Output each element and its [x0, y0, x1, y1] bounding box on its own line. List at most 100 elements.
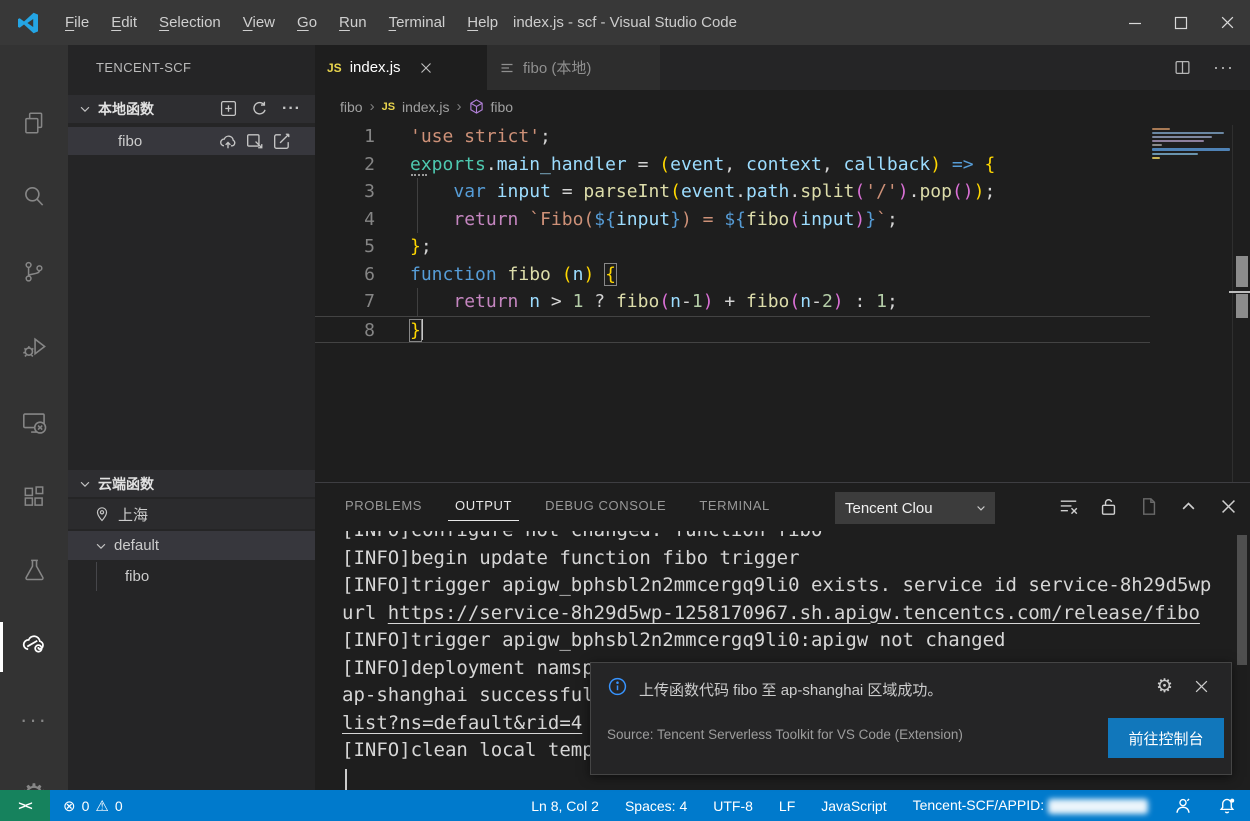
test-beaker-icon[interactable] [0, 546, 68, 594]
panel-tab-problems[interactable]: PROBLEMS [345, 498, 422, 515]
panel-scrollbar-thumb[interactable] [1237, 535, 1247, 665]
output-link[interactable]: list?ns=default&rid=4 [342, 712, 582, 734]
section-more-icon[interactable]: ··· [282, 100, 301, 118]
breadcrumb-file[interactable]: index.js [402, 99, 449, 115]
more-actions-icon[interactable]: ··· [0, 696, 68, 744]
minimize-icon[interactable] [1112, 0, 1158, 45]
notification-toast: 上传函数代码 fibo 至 ap-shanghai 区域成功。 ⚙ Source… [590, 662, 1232, 775]
close-tab-icon[interactable] [419, 61, 433, 75]
menu-edit[interactable]: Edit [100, 0, 148, 45]
tencent-scf-icon[interactable] [0, 620, 68, 668]
open-window-icon[interactable] [246, 132, 264, 150]
problems-status[interactable]: ⊗ 0 ⚠ 0 [63, 797, 123, 815]
cursor-position[interactable]: Ln 8, Col 2 [531, 798, 599, 814]
chevron-down-icon [78, 477, 92, 491]
edit-icon[interactable] [273, 132, 291, 150]
menu-view[interactable]: View [232, 0, 286, 45]
section-local-functions[interactable]: 本地函数 ··· [68, 95, 315, 123]
panel-tab-debug-console[interactable]: DEBUG CONSOLE [545, 498, 666, 515]
menu-help[interactable]: Help [456, 0, 509, 45]
clear-output-icon[interactable] [1059, 497, 1078, 516]
code-line-6[interactable]: 6function fibo (n) { [315, 261, 1250, 289]
output-text: [INFO]trigger apigw_bphsbl2n2mmcergq9li0… [342, 629, 1005, 651]
output-file-icon [499, 60, 515, 76]
output-text: [INFO]configure not changed. function fi… [342, 531, 822, 541]
code-line-5[interactable]: 5}; [315, 233, 1250, 261]
code-area[interactable]: 1'use strict';2exports.main_handler = (e… [315, 123, 1250, 482]
source-control-icon[interactable] [0, 248, 68, 296]
scrollbar-thumb[interactable] [1236, 294, 1248, 318]
unlock-icon[interactable] [1099, 497, 1118, 516]
cloud-function-fibo[interactable]: fibo [68, 562, 315, 591]
remote-icon: >< [18, 798, 31, 813]
region-label: 上海 [118, 504, 148, 525]
close-panel-icon[interactable] [1219, 497, 1238, 516]
editor-more-icon[interactable]: ··· [1213, 57, 1234, 78]
minimap-line [1152, 140, 1204, 142]
code-line-7[interactable]: 7 return n > 1 ? fibo(n-1) + fibo(n-2) :… [315, 288, 1250, 316]
minimap-line [1152, 144, 1162, 146]
function-name: fibo [125, 568, 149, 585]
remote-indicator[interactable]: >< [0, 790, 50, 821]
panel-tab-terminal[interactable]: TERMINAL [699, 498, 770, 515]
section-label: 云端函数 [98, 474, 154, 494]
menu-run[interactable]: Run [328, 0, 378, 45]
encoding[interactable]: UTF-8 [713, 798, 753, 814]
appid-status[interactable]: Tencent-SCF/APPID: [913, 797, 1148, 814]
code-line-8[interactable]: 8} [315, 316, 1150, 344]
code-text: 'use strict'; [375, 123, 551, 151]
code-line-1[interactable]: 1'use strict'; [315, 123, 1250, 151]
language-mode[interactable]: JavaScript [821, 798, 886, 814]
namespace-default[interactable]: default [68, 531, 315, 560]
line-number: 6 [315, 261, 375, 289]
editor-scrollbar[interactable] [1232, 125, 1250, 482]
search-icon[interactable] [0, 173, 68, 221]
breadcrumb-folder[interactable]: fibo [340, 99, 363, 115]
open-output-file-icon[interactable] [1139, 497, 1158, 516]
panel-tab-output[interactable]: OUTPUT [455, 498, 512, 515]
explorer-icon[interactable] [0, 99, 68, 147]
menu-file[interactable]: File [54, 0, 100, 45]
output-link[interactable]: https://service-8h29d5wp-1258170967.sh.a… [388, 602, 1200, 624]
refresh-icon[interactable] [251, 100, 268, 118]
go-to-console-button[interactable]: 前往控制台 [1108, 718, 1224, 758]
region-shanghai[interactable]: 上海 [68, 499, 315, 529]
maximize-icon[interactable] [1158, 0, 1204, 45]
scrollbar-thumb[interactable] [1236, 256, 1248, 287]
deploy-cloud-upload-icon[interactable] [219, 132, 237, 150]
breadcrumb-symbol[interactable]: fibo [491, 99, 514, 115]
code-line-3[interactable]: 3 var input = parseInt(event.path.split(… [315, 178, 1250, 206]
code-text: exports.main_handler = (event, context, … [375, 151, 995, 179]
error-count: 0 [82, 798, 90, 814]
chevron-down-icon [94, 539, 108, 553]
feedback-icon[interactable] [1174, 797, 1192, 815]
code-line-4[interactable]: 4 return `Fibo(${input}) = ${fibo(input)… [315, 206, 1250, 234]
menu-terminal[interactable]: Terminal [378, 0, 457, 45]
eol-sequence[interactable]: LF [779, 798, 795, 814]
tab-fibo-local[interactable]: fibo (本地) [487, 45, 660, 90]
minimap-line [1152, 148, 1230, 151]
menu-selection[interactable]: Selection [148, 0, 232, 45]
maximize-panel-icon[interactable] [1179, 497, 1198, 516]
vscode-window: { "window": { "title": "index.js - scf -… [0, 0, 1250, 821]
extensions-icon[interactable] [0, 473, 68, 521]
notification-settings-gear-icon[interactable]: ⚙ [1156, 675, 1173, 698]
indentation[interactable]: Spaces: 4 [625, 798, 687, 814]
appid-label: Tencent-SCF/APPID: [913, 797, 1045, 813]
output-channel-select[interactable]: Tencent Clou [835, 492, 995, 524]
split-editor-icon[interactable] [1174, 59, 1191, 76]
menu-go[interactable]: Go [286, 0, 328, 45]
javascript-file-icon: JS [382, 101, 395, 113]
notification-close-icon[interactable] [1194, 679, 1209, 694]
run-debug-icon[interactable] [0, 322, 68, 370]
code-line-2[interactable]: 2exports.main_handler = (event, context,… [315, 151, 1250, 179]
tab-index-js[interactable]: JS index.js [315, 45, 487, 90]
output-text: url [342, 602, 388, 624]
minimap[interactable] [1152, 128, 1230, 161]
add-function-icon[interactable] [220, 100, 237, 118]
remote-explorer-icon[interactable] [0, 398, 68, 446]
section-cloud-functions[interactable]: 云端函数 [68, 470, 315, 497]
notifications-bell-icon[interactable] [1218, 797, 1236, 815]
local-function-fibo[interactable]: fibo [68, 127, 315, 155]
close-window-icon[interactable] [1204, 0, 1250, 45]
